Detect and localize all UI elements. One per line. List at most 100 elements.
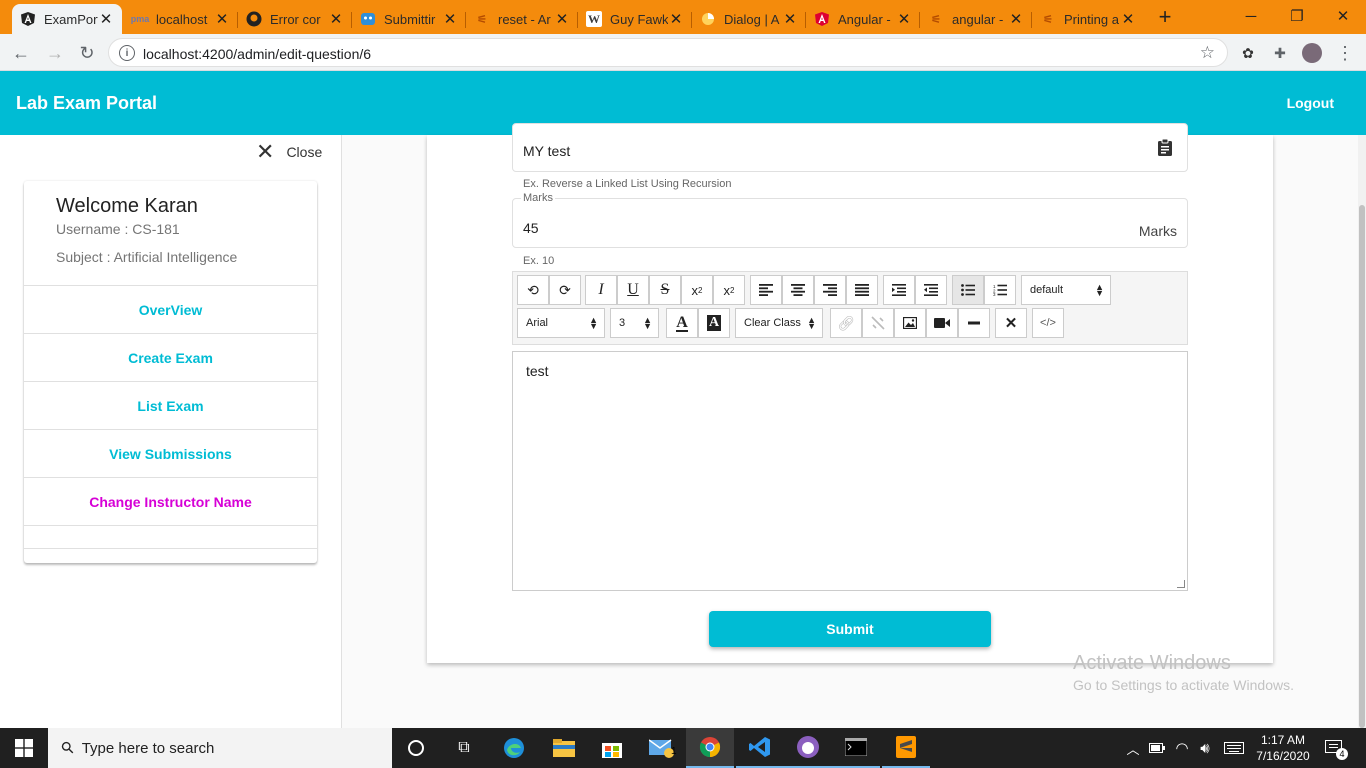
taskbar-search-box[interactable]: ⚲ Type here to search — [48, 728, 392, 768]
close-tab-icon[interactable]: ✕ — [98, 11, 114, 28]
close-tab-icon[interactable]: ✕ — [442, 11, 458, 28]
italic-icon[interactable]: I — [585, 275, 617, 305]
submit-button[interactable]: Submit — [709, 611, 991, 647]
align-left-icon[interactable] — [750, 275, 782, 305]
keyboard-icon[interactable] — [1222, 728, 1246, 768]
github-desktop-icon[interactable] — [784, 728, 832, 768]
notifications-icon[interactable]: 4 — [1322, 728, 1348, 768]
browser-tab-reset[interactable]: ⚟ reset - Ar ✕ — [466, 4, 578, 34]
cortana-icon[interactable] — [392, 728, 440, 768]
close-tab-icon[interactable]: ✕ — [1120, 11, 1136, 28]
paragraph-style-select[interactable]: default ▲ ▼ — [1021, 275, 1111, 305]
sublime-text-icon[interactable] — [882, 728, 930, 768]
clear-formatting-icon[interactable]: ✕ — [995, 308, 1027, 338]
code-view-icon[interactable]: </> — [1032, 308, 1064, 338]
wifi-icon[interactable]: ◠ — [1172, 728, 1192, 768]
puzzle-extensions-icon[interactable]: ✚ — [1271, 44, 1289, 62]
minimize-icon[interactable]: ─ — [1228, 0, 1274, 32]
battery-icon[interactable] — [1148, 728, 1166, 768]
question-title-field[interactable]: MY test — [512, 123, 1188, 172]
back-icon[interactable]: ← — [8, 40, 34, 66]
browser-tab-angular-so[interactable]: ⚟ angular - ✕ — [920, 4, 1032, 34]
strikethrough-icon[interactable]: S — [649, 275, 681, 305]
nav-list-exam[interactable]: List Exam — [24, 381, 317, 429]
insert-video-icon[interactable] — [926, 308, 958, 338]
close-tab-icon[interactable]: ✕ — [896, 11, 912, 28]
background-color-icon[interactable]: A — [698, 308, 730, 338]
clipboard-icon[interactable] — [1157, 138, 1173, 161]
indent-icon[interactable] — [883, 275, 915, 305]
bullet-list-icon[interactable] — [952, 275, 984, 305]
outdent-icon[interactable] — [915, 275, 947, 305]
task-view-icon[interactable]: ⧉ — [440, 728, 488, 768]
store-icon[interactable] — [588, 728, 636, 768]
vscode-icon[interactable] — [736, 728, 784, 768]
font-family-select[interactable]: Arial ▲ ▼ — [517, 308, 605, 338]
start-button[interactable] — [0, 728, 48, 768]
logout-button[interactable]: Logout — [1287, 95, 1334, 111]
text-color-icon[interactable]: A — [666, 308, 698, 338]
browser-tab-submitting[interactable]: Submittir ✕ — [352, 4, 466, 34]
class-select[interactable]: Clear Class ▲ ▼ — [735, 308, 823, 338]
superscript-icon[interactable]: x2 — [713, 275, 745, 305]
chrome-icon[interactable] — [686, 728, 734, 768]
site-info-icon[interactable]: i — [119, 45, 135, 61]
taskbar-clock[interactable]: 1:17 AM 7/16/2020 — [1252, 732, 1314, 764]
file-explorer-icon[interactable] — [540, 728, 588, 768]
close-tab-icon[interactable]: ✕ — [328, 11, 344, 28]
close-tab-icon[interactable]: ✕ — [554, 11, 570, 28]
rich-text-editor[interactable]: test — [512, 351, 1188, 591]
nav-view-submissions[interactable]: View Submissions — [24, 429, 317, 477]
edge-icon[interactable] — [490, 728, 538, 768]
insert-image-icon[interactable] — [894, 308, 926, 338]
bookmark-star-icon[interactable]: ☆ — [1200, 43, 1215, 63]
reload-icon[interactable]: ↻ — [74, 40, 100, 66]
numbered-list-icon[interactable]: 123 — [984, 275, 1016, 305]
justify-icon[interactable] — [846, 275, 878, 305]
marks-field[interactable]: Marks 45 Marks — [512, 192, 1188, 248]
resize-handle-icon[interactable] — [1177, 580, 1185, 588]
close-sidebar-button[interactable]: ✕ Close — [256, 141, 322, 163]
align-right-icon[interactable] — [814, 275, 846, 305]
subscript-icon[interactable]: x2 — [681, 275, 713, 305]
browser-tab-github[interactable]: Error cor ✕ — [238, 4, 352, 34]
unlink-icon[interactable] — [862, 308, 894, 338]
browser-tab-wikipedia[interactable]: W Guy Fawk ✕ — [578, 4, 692, 34]
url-input[interactable]: i localhost:4200/admin/edit-question/6 ☆ — [108, 38, 1228, 67]
browser-tab-angular[interactable]: Angular - ✕ — [806, 4, 920, 34]
align-center-icon[interactable] — [782, 275, 814, 305]
close-window-icon[interactable]: ✕ — [1320, 0, 1366, 32]
app-title: Lab Exam Portal — [16, 93, 158, 113]
close-tab-icon[interactable]: ✕ — [214, 11, 230, 28]
font-size-select[interactable]: 3 ▲ ▼ — [610, 308, 659, 338]
stackoverflow-icon: ⚟ — [931, 13, 941, 26]
new-tab-icon[interactable]: + — [1153, 4, 1177, 29]
extension-icon[interactable]: ✿ — [1239, 44, 1257, 62]
volume-icon[interactable]: 🔊︎ — [1195, 728, 1215, 768]
nav-overview[interactable]: OverView — [24, 285, 317, 333]
scrollbar-thumb[interactable] — [1359, 205, 1365, 728]
link-icon[interactable]: 🔗︎ — [830, 308, 862, 338]
browser-tab-printing[interactable]: ⚟ Printing a ✕ — [1032, 4, 1144, 34]
restore-icon[interactable]: ❐ — [1274, 0, 1320, 32]
redo-icon[interactable]: ⟳ — [549, 275, 581, 305]
forward-icon[interactable]: → — [42, 40, 68, 66]
page-scrollbar[interactable] — [1358, 135, 1366, 728]
close-tab-icon[interactable]: ✕ — [668, 11, 684, 28]
underline-icon[interactable]: U — [617, 275, 649, 305]
close-tab-icon[interactable]: ✕ — [1008, 11, 1024, 28]
profile-avatar[interactable] — [1302, 43, 1322, 63]
nav-create-exam[interactable]: Create Exam — [24, 333, 317, 381]
nav-change-instructor-name[interactable]: Change Instructor Name — [24, 477, 317, 525]
browser-menu-icon[interactable]: ⋮ — [1336, 43, 1354, 63]
mail-icon[interactable]: 1 — [638, 728, 686, 768]
browser-tab-localhost[interactable]: pma localhost ✕ — [124, 4, 238, 34]
horizontal-rule-icon[interactable] — [958, 308, 990, 338]
close-tab-icon[interactable]: ✕ — [782, 11, 798, 28]
browser-tab-exam-portal[interactable]: ExamPort ✕ — [12, 4, 122, 34]
browser-tab-dialog[interactable]: Dialog | A ✕ — [692, 4, 806, 34]
tab-title: Error cor — [270, 11, 321, 27]
undo-icon[interactable]: ⟲ — [517, 275, 549, 305]
show-hidden-icons-icon[interactable]: ︿ — [1124, 728, 1142, 768]
terminal-icon[interactable] — [832, 728, 880, 768]
